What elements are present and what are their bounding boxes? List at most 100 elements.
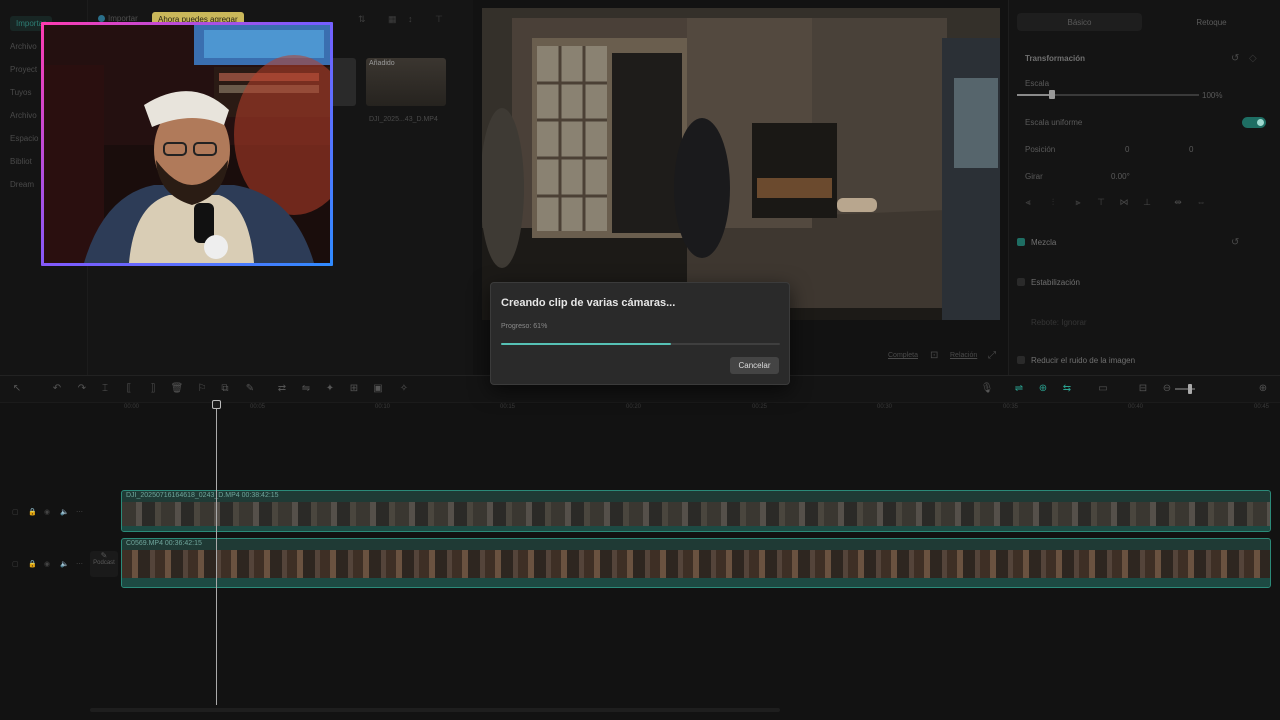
video-track-1-clip[interactable]: DJI_20250716164618_0243_D.MP4 00:38:42:1… [121,490,1271,532]
playhead-handle[interactable] [212,400,221,409]
uniform-scale-label: Escala uniforme [1025,118,1083,127]
blend-label[interactable]: Mezcla [1031,238,1056,247]
position-x-value[interactable]: 0 [1125,145,1129,154]
reset-icon[interactable]: ↺ [1231,53,1239,64]
cancel-button[interactable]: Cancelar [730,357,779,374]
video-frame-image [482,8,1000,320]
mirror-icon[interactable]: ⇋ [299,383,313,394]
progress-label: Progreso: 61% [501,323,548,330]
mic-icon[interactable]: 🎙 [980,383,994,394]
media-thumbnail-added[interactable]: Añadido [366,58,446,106]
scale-slider-handle[interactable] [1049,90,1055,99]
split-left-icon[interactable]: ⟦ [122,383,136,394]
video-track-2-clip[interactable]: C0569.MP4 00:36:42:15 [121,538,1271,588]
magic-wand-icon[interactable]: ✦ [323,383,337,394]
track2-lock-icon[interactable]: 🔒 [28,560,37,568]
denoise-label[interactable]: Reducir el ruido de la imagen [1031,356,1135,365]
transform-heading[interactable]: Transformación [1025,54,1085,63]
undo-icon[interactable]: ↶ [50,383,64,394]
progress-bar-fill [501,343,672,345]
clip-label: C0569.MP4 00:36:42:15 [126,540,202,547]
keyframe-tool-icon[interactable]: ✎ [243,383,257,394]
align-bottom-icon[interactable]: ⊥ [1140,197,1154,209]
sidebar-item-archivo[interactable]: Archivo [10,42,37,51]
track1-lock-icon[interactable]: 🔒 [28,508,37,516]
zoom-fit-icon[interactable]: ⊕ [1256,383,1270,394]
position-label: Posición [1025,145,1056,154]
tab-basico[interactable]: Básico [1017,13,1142,31]
position-y-value[interactable]: 0 [1189,145,1193,154]
delete-icon[interactable]: 🗑 [170,383,184,394]
stabilize-label[interactable]: Estabilización [1031,278,1080,287]
track1-visible-icon[interactable]: ◉ [44,508,50,516]
scale-value[interactable]: 100% [1202,91,1222,100]
zoom-slider[interactable] [1175,388,1195,390]
tick-label: 00:20 [626,404,642,410]
snapshot-icon[interactable]: ⊡ [930,350,938,361]
rotate-value[interactable]: 0.00° [1111,172,1130,181]
caption-icon[interactable]: ⊟ [1136,383,1150,394]
distribute-v-icon[interactable]: ⇔ [1194,197,1208,209]
track1-audio-icon[interactable]: 🔈 [60,508,69,516]
track1-select-icon[interactable]: ▢ [12,508,19,516]
sidebar-item-biblioteca[interactable]: Bibliot [10,157,32,166]
filter-icon[interactable]: ⊤ [435,14,443,25]
dialog-title: Creando clip de varias cámaras... [501,297,676,309]
sort-order-icon[interactable]: ↕ [408,14,413,24]
track1-more-icon[interactable]: ⋯ [76,508,83,516]
align-center-h-icon[interactable]: ⫶ [1046,197,1060,209]
freeze-icon[interactable]: ⧉ [218,383,232,394]
redo-icon[interactable]: ↷ [75,383,89,394]
select-tool-icon[interactable]: ↖ [10,383,24,394]
stabilize-sub-label: Rebote: Ignorar [1031,318,1087,327]
track2-more-icon[interactable]: ⋯ [76,560,83,568]
denoise-checkbox[interactable] [1017,356,1025,364]
sidebar-item-espacio[interactable]: Espacio [10,134,38,143]
mark-icon[interactable]: ⚐ [195,383,209,394]
blend-checkbox[interactable] [1017,238,1025,246]
video-preview[interactable] [482,8,1000,320]
sidebar-item-tuyos[interactable]: Tuyos [10,88,32,97]
uniform-scale-toggle[interactable] [1242,117,1266,128]
podcast-cover-button[interactable]: ✎ Podcast [90,551,118,577]
timeline-scrollbar[interactable] [90,708,780,712]
split-icon[interactable]: ⌶ [98,383,112,394]
track2-select-icon[interactable]: ▢ [12,560,19,568]
tick-label: 00:25 [752,404,768,410]
crop-icon[interactable]: ⊞ [347,383,361,394]
link-icon[interactable]: ⇆ [1060,383,1074,394]
zoom-handle[interactable] [1188,384,1192,394]
sidebar-item-proyecto[interactable]: Proyect [10,65,37,74]
sidebar-item-archivo-2[interactable]: Archivo [10,111,37,120]
fullscreen-icon[interactable]: ⤢ [988,350,996,361]
image-icon[interactable]: ▣ [371,383,385,394]
scale-label: Escala [1025,79,1050,88]
grid-view-icon[interactable]: ▦ [388,14,397,25]
align-middle-icon[interactable]: ⋈ [1117,197,1131,209]
split-right-icon[interactable]: ⟧ [146,383,160,394]
reverse-icon[interactable]: ⇄ [275,383,289,394]
align-left-icon[interactable]: ⫷ [1021,197,1035,209]
track2-audio-icon[interactable]: 🔈 [60,560,69,568]
distribute-h-icon[interactable]: ⇹ [1171,197,1185,209]
sidebar-item-dream[interactable]: Dream [10,180,34,189]
stabilize-checkbox[interactable] [1017,278,1025,286]
edit-icon: ✎ [100,551,108,560]
aspect-ratio-label[interactable]: Relación [950,352,977,359]
zoom-out-icon[interactable]: ⊖ [1160,383,1174,394]
magnet-icon[interactable]: ⊕ [1036,383,1050,394]
preview-axis-icon[interactable]: ▭ [1096,383,1110,394]
tick-label: 00:40 [1128,404,1144,410]
multicam-progress-dialog: Creando clip de varias cámaras... Progre… [490,282,790,385]
blend-reset-icon[interactable]: ↺ [1231,237,1239,248]
playhead[interactable] [216,400,217,705]
align-right-icon[interactable]: ⫸ [1071,197,1085,209]
track2-visible-icon[interactable]: ◉ [44,560,50,568]
ai-icon[interactable]: ✧ [397,383,411,394]
link-main-icon[interactable]: ⇌ [1012,383,1026,394]
full-quality-label[interactable]: Completa [888,352,918,359]
keyframe-icon[interactable]: ◇ [1249,53,1257,64]
sort-icon[interactable]: ⇅ [358,14,366,25]
align-top-icon[interactable]: ⊤ [1094,197,1108,209]
tab-retoque[interactable]: Retoque [1149,13,1274,31]
